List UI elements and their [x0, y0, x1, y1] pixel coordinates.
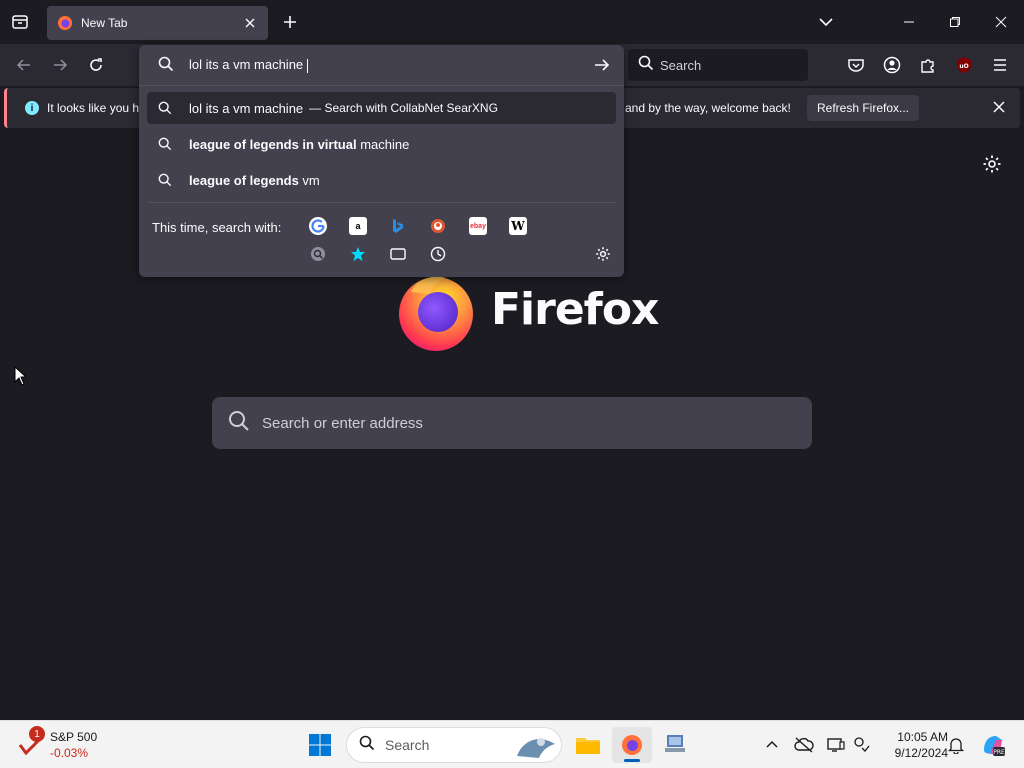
result-title: lol its a vm machine — [189, 100, 304, 116]
pocket-icon[interactable] — [844, 53, 868, 77]
tab-bar: New Tab — [0, 0, 1024, 44]
gear-icon[interactable] — [594, 245, 612, 263]
one-off-label: This time, search with: — [152, 220, 282, 235]
search-icon — [157, 136, 173, 152]
search-icon — [157, 100, 173, 116]
widget-value: -0.03% — [50, 746, 89, 760]
toolbar-search-placeholder: Search — [660, 57, 702, 73]
copilot-icon[interactable]: PRE — [980, 732, 1006, 758]
network-app-icon[interactable] — [656, 727, 696, 763]
newtab-search-placeholder: Search or enter address — [262, 414, 423, 432]
firefox-taskbar-icon[interactable] — [612, 727, 652, 763]
gear-icon[interactable] — [982, 154, 1002, 174]
firefox-logo — [396, 272, 478, 352]
windows-start-icon[interactable] — [308, 733, 332, 757]
hamburger-menu-icon[interactable] — [988, 53, 1012, 77]
duckduckgo-icon[interactable] — [429, 217, 447, 235]
search-icon — [359, 735, 375, 756]
tabs-icon[interactable] — [389, 245, 407, 263]
close-icon[interactable] — [993, 100, 1009, 116]
google-icon[interactable] — [309, 217, 327, 235]
result-action: — Search with CollabNet SearXNG — [309, 101, 498, 115]
clock-date: 9/12/2024 — [894, 746, 948, 760]
widget-title: S&P 500 — [50, 730, 98, 744]
notification-badge: 1 — [29, 726, 45, 742]
toolbar-search-input[interactable]: Search — [628, 49, 808, 81]
system-clock[interactable]: 10:05 AM 9/12/2024 — [878, 729, 948, 761]
bing-icon[interactable] — [389, 217, 407, 235]
back-arrow-icon[interactable] — [12, 53, 36, 77]
urlbar-result[interactable]: league of legends in virtual machine — [147, 128, 616, 160]
bell-icon[interactable] — [946, 735, 966, 755]
urlbar-input-row[interactable]: lol its a vm machine — [139, 45, 624, 83]
search-highlight-image — [511, 730, 559, 765]
clock-time: 10:05 AM — [897, 730, 948, 744]
notification-text: It looks like you ha — [47, 101, 146, 115]
searxng-icon[interactable] — [309, 245, 327, 263]
account-icon[interactable] — [880, 53, 904, 77]
stock-widget[interactable]: 1 S&P 500 -0.03% — [18, 726, 128, 763]
svg-text:PRE: PRE — [993, 749, 1005, 756]
newtab-search-input[interactable]: Search or enter address — [212, 397, 812, 449]
result-title: league of legends vm — [189, 172, 320, 188]
firefox-favicon-icon — [57, 15, 73, 31]
search-icon — [228, 410, 250, 437]
tab-close-icon[interactable] — [242, 15, 258, 31]
chevron-down-icon[interactable] — [816, 12, 836, 32]
urlbar-result[interactable]: lol its a vm machine — Search with Colla… — [147, 92, 616, 124]
display-icon[interactable] — [826, 735, 846, 755]
amazon-icon[interactable]: a — [349, 217, 367, 235]
network-status-icon[interactable] — [852, 735, 872, 755]
taskbar-search-input[interactable]: Search — [346, 727, 562, 763]
search-icon — [638, 55, 654, 76]
windows-taskbar: 1 S&P 500 -0.03% Search 10:05 AM 9/12/20… — [0, 720, 1024, 768]
search-icon — [158, 56, 174, 77]
minimize-button[interactable] — [895, 8, 923, 36]
urlbar-input[interactable]: lol its a vm machine — [189, 57, 309, 73]
ublock-origin-icon[interactable]: uO — [952, 53, 976, 77]
new-tab-button[interactable] — [280, 12, 300, 32]
ebay-icon[interactable]: ebay — [469, 217, 487, 235]
close-window-button[interactable] — [987, 8, 1015, 36]
info-icon: i — [25, 101, 39, 115]
forward-arrow-icon[interactable] — [48, 53, 72, 77]
svg-text:uO: uO — [959, 63, 968, 70]
bookmarks-icon[interactable] — [349, 245, 367, 263]
tab-title: New Tab — [81, 16, 128, 30]
urlbar-result[interactable]: league of legends vm — [147, 164, 616, 196]
reload-icon[interactable] — [84, 53, 108, 77]
one-off-separator — [147, 202, 616, 203]
wikipedia-icon[interactable]: W — [509, 217, 527, 235]
result-title: league of legends in virtual machine — [189, 136, 410, 152]
mouse-cursor-icon — [14, 365, 28, 391]
restore-button[interactable] — [941, 8, 969, 36]
history-icon[interactable] — [429, 245, 447, 263]
extensions-puzzle-icon[interactable] — [916, 53, 940, 77]
file-explorer-icon[interactable] — [568, 727, 608, 763]
firefox-view-icon[interactable] — [8, 10, 32, 34]
firefox-wordmark: Firefox — [491, 284, 659, 335]
active-app-indicator — [624, 759, 640, 762]
notification-text-end: and by the way, welcome back! — [625, 101, 791, 115]
urlbar-popup: lol its a vm machine lol its a vm machin… — [139, 45, 624, 277]
search-icon — [157, 172, 173, 188]
refresh-firefox-button[interactable]: Refresh Firefox... — [807, 95, 919, 121]
taskbar-search-label: Search — [385, 737, 430, 753]
go-arrow-icon[interactable] — [593, 56, 611, 74]
tab-new-tab[interactable]: New Tab — [47, 6, 268, 40]
chevron-up-icon[interactable] — [762, 735, 782, 755]
cloud-offline-icon[interactable] — [794, 735, 814, 755]
urlbar-separator — [139, 85, 624, 86]
